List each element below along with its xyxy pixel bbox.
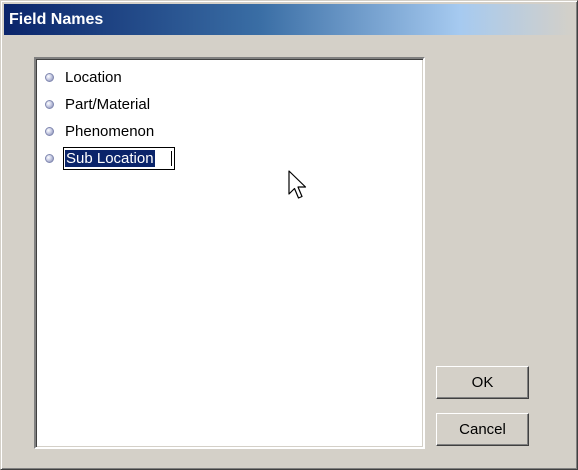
bullet-dot-icon — [45, 72, 54, 82]
list-item-editing[interactable]: Sub Location — [45, 145, 175, 171]
bullet-dot-icon — [45, 99, 54, 109]
field-names-dialog: Field Names Location Part/Material Pheno… — [0, 0, 578, 470]
list-item[interactable]: Location — [45, 64, 122, 90]
bullet-dot-icon — [45, 153, 54, 163]
list-item[interactable]: Phenomenon — [45, 118, 154, 144]
dialog-title: Field Names — [9, 11, 104, 28]
list-item-label: Location — [65, 68, 122, 86]
field-names-list[interactable]: Location Part/Material Phenomenon Sub Lo… — [34, 57, 425, 449]
ok-button[interactable]: OK — [436, 366, 529, 399]
bullet-dot-icon — [45, 126, 54, 136]
cancel-button[interactable]: Cancel — [436, 413, 529, 446]
list-item-label: Phenomenon — [65, 122, 155, 140]
mouse-pointer-icon — [288, 170, 307, 199]
selected-item-text: Sub Location — [64, 148, 156, 168]
dialog-title-bar[interactable]: Field Names — [4, 4, 574, 35]
list-item[interactable]: Part/Material — [45, 91, 150, 117]
list-item-label: Part/Material — [65, 95, 151, 113]
text-caret — [170, 150, 172, 166]
rename-edit-field[interactable]: Sub Location — [63, 146, 175, 170]
